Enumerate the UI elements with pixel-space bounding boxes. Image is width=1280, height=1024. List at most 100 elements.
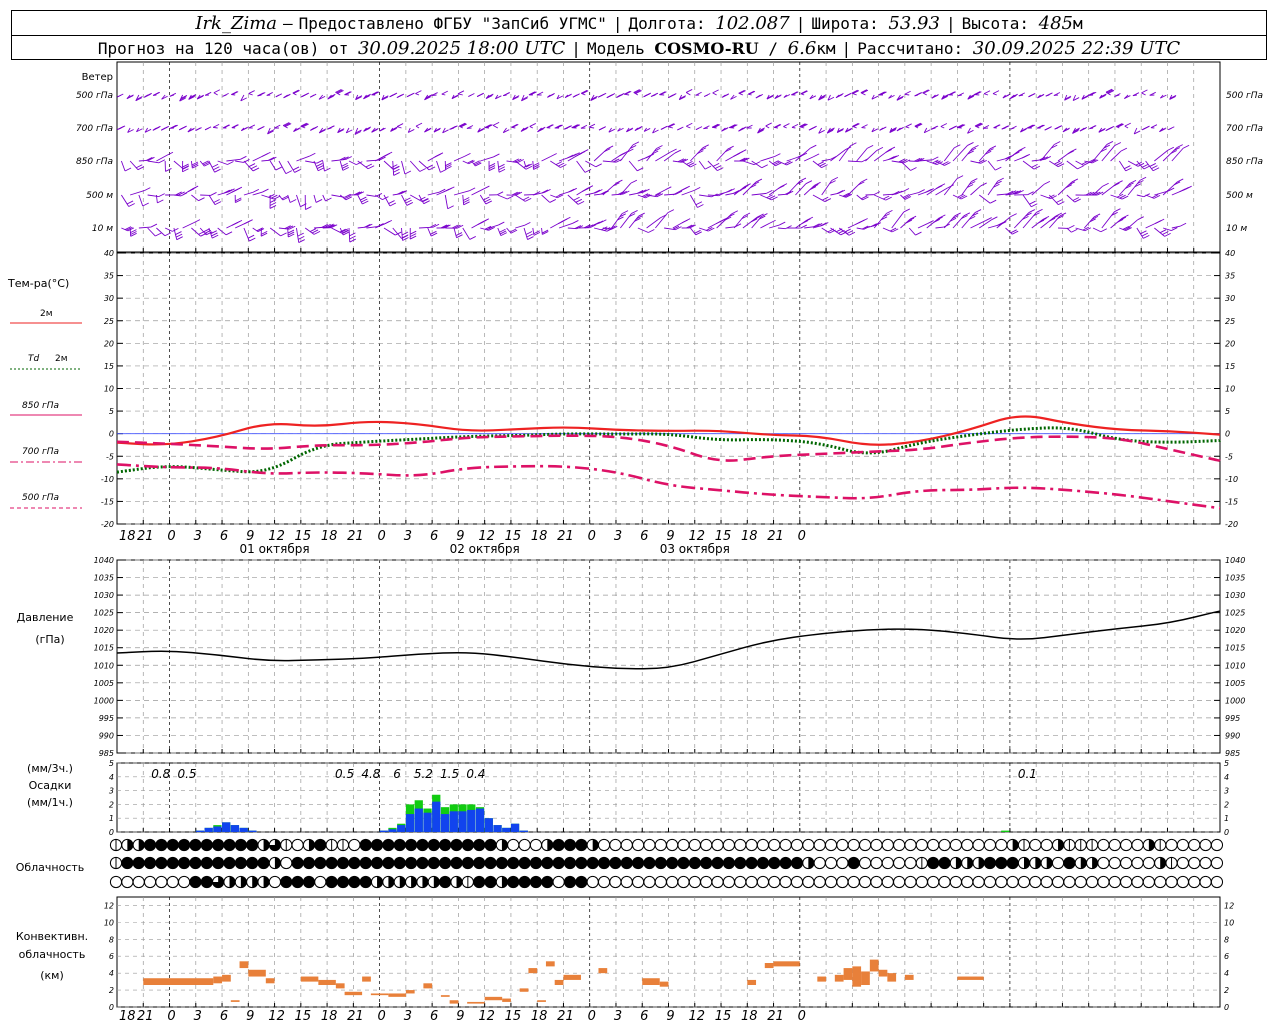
- wind-barb-feather: [1143, 234, 1150, 239]
- cloud-cover-symbol: [824, 856, 838, 870]
- cloud-cover-symbol: [280, 856, 293, 870]
- convective-cloud-segment: [502, 998, 511, 1002]
- wind-barb-feather: [464, 152, 471, 157]
- pressure-tick-label-left: 1035: [94, 574, 114, 583]
- wind-barb-feather: [269, 202, 277, 206]
- wind-barb: [208, 194, 216, 205]
- wind-level-label-right: 500 м: [1226, 191, 1253, 201]
- cloud-cover-half: [411, 876, 417, 888]
- cloud-cover-symbol: [155, 875, 168, 889]
- wind-barb: [269, 160, 277, 171]
- wind-barb: [296, 194, 301, 207]
- cloud-cover-symbol: [1086, 875, 1099, 889]
- wind-barb-feather: [1120, 147, 1128, 152]
- x-tick-label-bottom: 9: [246, 1009, 254, 1024]
- wind-barb-feather: [248, 124, 256, 129]
- wind-barb-feather: [225, 231, 233, 236]
- cloud-cover-symbol: [643, 875, 656, 889]
- cloud-cover-symbol: [779, 856, 792, 870]
- convective-cloud-segment: [834, 974, 844, 982]
- cloud-cover-symbol: [280, 875, 293, 889]
- cloud-cover-symbol: [983, 838, 997, 852]
- wind-barb: [689, 194, 698, 208]
- wind-barb-feather: [402, 234, 409, 239]
- cloud-cover-half: [127, 839, 133, 851]
- wind-barb: [129, 160, 139, 170]
- wind-barb-feather: [349, 238, 356, 243]
- wind-barb: [1048, 194, 1059, 205]
- wind-barb-feather: [172, 227, 179, 232]
- wind-barb-feather: [861, 124, 868, 128]
- wind-barb: [444, 194, 449, 209]
- wind-barb-feather: [876, 146, 884, 151]
- x-tick-label-bottom: 3: [194, 1009, 202, 1024]
- x-tick-label-bottom: 6: [430, 1009, 438, 1024]
- wind-barb-feather: [1179, 188, 1186, 193]
- x-tick-label-bottom: 21: [557, 1009, 574, 1024]
- wind-barb: [415, 125, 420, 129]
- precip-total-label: 0.5: [335, 767, 354, 781]
- precip-bar-1h: [519, 830, 528, 832]
- wind-barb: [1022, 194, 1032, 208]
- pressure-tick-label-right: 1025: [1225, 609, 1245, 618]
- cloud-cover-symbol: [1199, 856, 1212, 870]
- temperature-tick-label-right: 25: [1225, 317, 1235, 326]
- wind-barb-feather: [483, 185, 490, 190]
- wind-barb: [497, 194, 508, 200]
- wind-barb-feather: [685, 89, 693, 93]
- wind-barb: [1127, 219, 1139, 229]
- wind-barb-feather: [298, 239, 305, 243]
- temperature-tick-label-right: 20: [1225, 339, 1235, 348]
- cloud-cover-symbol: [927, 875, 940, 889]
- cloud-cover-symbol: [790, 856, 804, 870]
- cloud-cover-symbol: [348, 875, 361, 889]
- convective-cloud-segment: [222, 974, 231, 982]
- wind-barb-feather: [636, 126, 643, 130]
- wind-barb-feather: [243, 220, 251, 225]
- cloud-cover-half: [263, 876, 270, 888]
- cloud-cover-symbol: [552, 856, 565, 870]
- wind-barb: [996, 216, 1011, 229]
- wind-barb: [1066, 227, 1072, 233]
- wind-barb: [506, 227, 512, 234]
- cloud-cover-symbol: [654, 856, 667, 870]
- wind-barb-feather: [309, 152, 316, 157]
- temperature-tick-label-left: 25: [104, 317, 114, 326]
- cloud-cover-symbol: [461, 856, 474, 870]
- wind-barb: [1154, 227, 1165, 237]
- x-tick-label-bottom: 15: [295, 1009, 312, 1024]
- cloud-cover-symbol: [1188, 856, 1201, 870]
- cloud-cover-symbol: [938, 856, 951, 870]
- cloud-cover-symbol: [234, 856, 247, 870]
- cloud-cover-symbol: [178, 838, 191, 852]
- temperature-tick-label-left: 15: [104, 362, 114, 371]
- cloud-cover-symbol: [756, 838, 770, 852]
- wind-barb: [760, 156, 775, 162]
- wind-barb-feather: [1033, 165, 1041, 170]
- wind-barb: [838, 227, 850, 236]
- convective-cloud-segment: [843, 968, 853, 980]
- wind-barb-feather: [740, 126, 747, 131]
- wind-barb: [1127, 160, 1139, 167]
- wind-barb-feather: [144, 187, 151, 192]
- cloud-cover-symbol: [439, 838, 452, 852]
- wind-barb-feather: [846, 230, 854, 235]
- convective-cloud-segment: [528, 968, 538, 974]
- precip-bar-1h: [213, 826, 222, 832]
- cloud-cover-symbol: [1165, 875, 1178, 889]
- wind-barb: [646, 217, 661, 229]
- cloud-cover-half: [808, 857, 814, 869]
- wind-barb-feather: [550, 153, 557, 157]
- wind-barb-feather: [886, 209, 893, 214]
- cloud-cover-symbol: [507, 856, 520, 870]
- wind-barb: [987, 160, 996, 171]
- cloud-cover-symbol: [359, 875, 372, 889]
- precip-bar-1h: [379, 830, 388, 832]
- cloud-cover-symbol: [711, 875, 724, 889]
- x-tick-label-bottom: 9: [666, 1009, 674, 1024]
- cloud-cover-symbol: [632, 838, 645, 852]
- wind-barb-feather: [731, 210, 739, 215]
- cloud-cover-symbol: [1165, 838, 1178, 852]
- x-tick-label-bottom: 15: [505, 1009, 522, 1024]
- wind-barb-feather: [855, 220, 862, 225]
